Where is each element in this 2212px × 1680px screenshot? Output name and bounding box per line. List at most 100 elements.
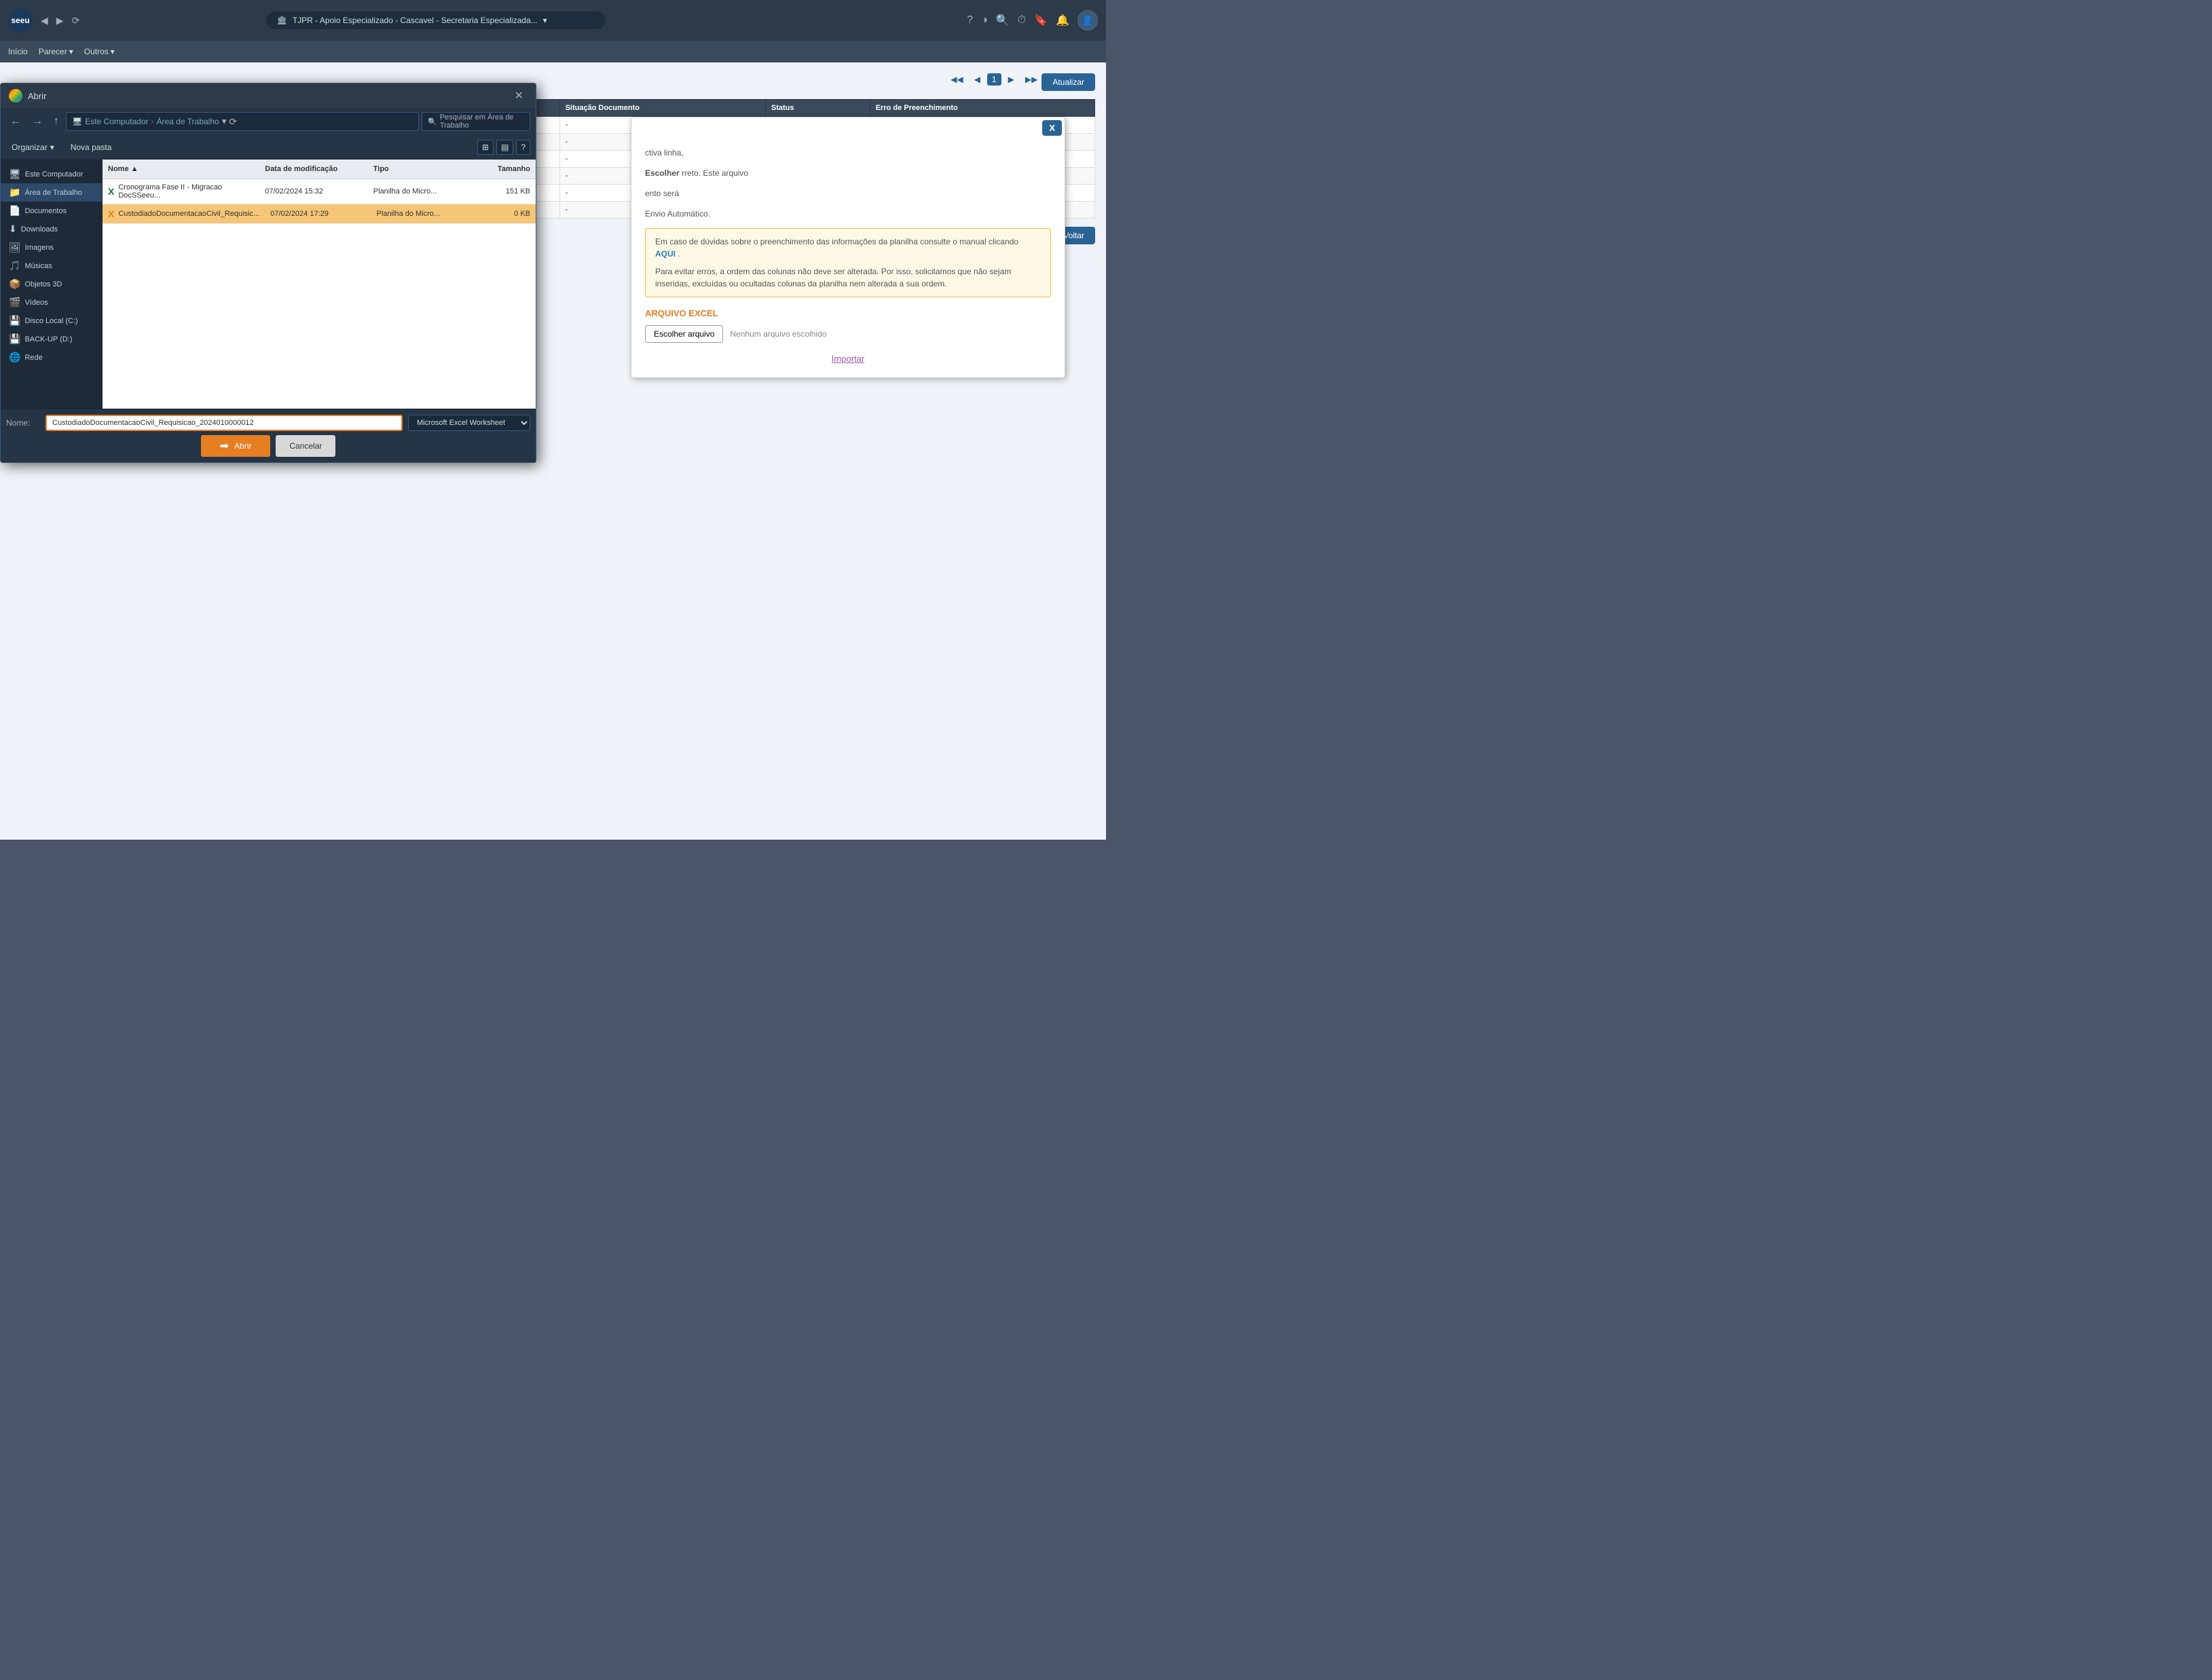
- cancel-file-button[interactable]: Cancelar: [276, 435, 335, 457]
- history-icon[interactable]: ⏱: [1018, 14, 1026, 26]
- nav-back-btn[interactable]: ←: [6, 113, 25, 130]
- file-date-2: 07/02/2024 17:29: [265, 206, 371, 222]
- nav-up-btn[interactable]: ↑: [50, 113, 63, 130]
- excel-icon-1: X: [108, 186, 114, 197]
- choose-file-button[interactable]: Escolher arquivo: [645, 325, 723, 343]
- view-list-btn[interactable]: ▤: [496, 140, 513, 155]
- view-help-btn[interactable]: ?: [516, 140, 530, 155]
- footer-name-row: Nome: Microsoft Excel Worksheet: [6, 415, 530, 431]
- file-type-select[interactable]: Microsoft Excel Worksheet: [408, 415, 530, 431]
- search-bar[interactable]: 🔍 Pesquisar em Área de Trabalho: [422, 112, 530, 131]
- help-icon[interactable]: ?: [967, 14, 973, 26]
- col-size-header[interactable]: Tamanho: [476, 162, 536, 176]
- address-dropdown-icon[interactable]: ▾: [543, 16, 547, 25]
- file-row-cronograma[interactable]: X Cronograma Fase II - Migracao DocSSeeu…: [103, 179, 536, 204]
- browser-nav-icons: ◀ ▶ ⟳: [38, 12, 82, 29]
- sidebar-item-videos[interactable]: 🎬 Vídeos: [1, 293, 102, 312]
- sidebar-item-downloads[interactable]: ⬇ Downloads: [1, 220, 102, 238]
- file-list-area: Nome ▲ Data de modificação Tipo Tamanho …: [103, 160, 536, 409]
- nav-inicio[interactable]: Início: [8, 47, 28, 56]
- sidebar-item-3d[interactable]: 📦 Objetos 3D: [1, 275, 102, 293]
- import-description-active: ctiva linha,: [645, 147, 1051, 159]
- dialog-footer: Nome: Microsoft Excel Worksheet ➡ Abrir …: [1, 409, 536, 462]
- browser-actions: ? ◑ 🔍 ⏱ 🔖 🔔 👤: [967, 10, 1098, 31]
- nav-forward-btn[interactable]: →: [28, 113, 47, 130]
- avatar[interactable]: 👤: [1077, 10, 1098, 31]
- file-name-custodiado: CustodiadoDocumentacaoCivil_Requisic...: [118, 210, 259, 218]
- sidebar-item-network[interactable]: 🌐 Rede: [1, 348, 102, 367]
- nav-outros-arrow: ▾: [111, 47, 115, 56]
- file-row-custodiado[interactable]: X CustodiadoDocumentacaoCivil_Requisic..…: [103, 204, 536, 224]
- page-last-btn[interactable]: ▶▶: [1021, 73, 1042, 86]
- path-dropdown-btn[interactable]: ▾: [222, 116, 227, 127]
- file-chooser-row: Escolher arquivo Nenhum arquivo escolhid…: [645, 325, 1051, 343]
- search-placeholder: Pesquisar em Área de Trabalho: [440, 113, 524, 130]
- aqui-link[interactable]: AQUI: [655, 249, 676, 259]
- import-description-escolher: Escolher rreto. Este arquivo: [645, 167, 1051, 179]
- back-icon[interactable]: ◀: [38, 12, 51, 29]
- file-date-1: 07/02/2024 15:32: [259, 183, 368, 200]
- forward-icon[interactable]: ▶: [54, 12, 67, 29]
- dialog-toolbar: Organizar ▾ Nova pasta ⊞ ▤ ?: [1, 135, 536, 160]
- app-nav: Início Parecer ▾ Outros ▾: [0, 41, 1106, 62]
- theme-icon[interactable]: ◑: [981, 14, 988, 26]
- view-grid-btn[interactable]: ⊞: [477, 140, 494, 155]
- file-size-1: 151 KB: [476, 183, 536, 200]
- sidebar-item-music[interactable]: 🎵 Músicas: [1, 257, 102, 275]
- page-first-btn[interactable]: ◀◀: [946, 73, 967, 86]
- documents-sidebar-icon: 📄: [9, 205, 20, 217]
- col-type-header[interactable]: Tipo: [368, 162, 477, 176]
- downloads-sidebar-icon: ⬇: [9, 223, 17, 235]
- open-file-button[interactable]: ➡ Abrir: [201, 435, 271, 457]
- file-list-header: Nome ▲ Data de modificação Tipo Tamanho: [103, 160, 536, 179]
- open-arrow-icon: ➡: [220, 439, 229, 453]
- dialog-close-button[interactable]: ✕: [511, 88, 528, 104]
- filename-input[interactable]: [45, 415, 403, 431]
- sidebar-downloads-label: Downloads: [21, 225, 58, 234]
- page-prev-btn[interactable]: ◀: [970, 73, 984, 86]
- sidebar-backup-d-label: BACK-UP (D:): [24, 335, 72, 343]
- import-description-automatico: Envio Automático.: [645, 208, 1051, 220]
- import-close-button[interactable]: X: [1042, 120, 1062, 136]
- new-folder-btn[interactable]: Nova pasta: [65, 140, 117, 155]
- sidebar-disk-c-label: Disco Local (C:): [24, 317, 77, 325]
- import-description-envio: ento será: [645, 187, 1051, 200]
- import-button[interactable]: Importar: [832, 354, 864, 364]
- file-size-2: 0 KB: [477, 206, 536, 222]
- sidebar-item-documents[interactable]: 📄 Documentos: [1, 202, 102, 220]
- file-name-cronograma: Cronograma Fase II - Migracao DocSSeeu..…: [118, 183, 254, 200]
- import-modal-body: ctiva linha, Escolher rreto. Este arquiv…: [631, 138, 1065, 377]
- path-refresh-btn[interactable]: ⟳: [229, 116, 237, 128]
- update-button[interactable]: Atualizar: [1042, 73, 1095, 91]
- import-warning-box: Em caso de dúvidas sobre o preenchimento…: [645, 228, 1051, 297]
- nav-outros[interactable]: Outros ▾: [84, 47, 115, 56]
- nav-parecer-label: Parecer: [39, 47, 67, 56]
- reload-icon[interactable]: ⟳: [69, 12, 83, 29]
- sidebar-item-computer[interactable]: 🖥 Este Computador: [1, 165, 102, 183]
- dialog-body: 🖥 Este Computador 📁 Área de Trabalho 📄 D…: [1, 160, 536, 409]
- sidebar-item-disk-c[interactable]: 💾 Disco Local (C:): [1, 312, 102, 330]
- dialog-nav-bar: ← → ↑ 🖥 Este Computador › Área de Trabal…: [1, 108, 536, 135]
- col-name-header[interactable]: Nome ▲: [103, 162, 259, 176]
- notification-icon[interactable]: 🔔: [1056, 14, 1069, 27]
- import-modal-header: X: [631, 117, 1065, 138]
- import-modal: X ctiva linha, Escolher rreto. Este arqu…: [631, 117, 1065, 378]
- page-next-btn[interactable]: ▶: [1004, 73, 1018, 86]
- main-area: ◀◀ ◀ 1 ▶ ▶▶ Atualizar Número Data Nome S…: [0, 62, 1106, 840]
- backup-d-sidebar-icon: 💾: [9, 333, 20, 345]
- images-sidebar-icon: 🖼: [9, 242, 21, 253]
- sidebar-videos-label: Vídeos: [24, 299, 48, 307]
- sidebar-item-desktop[interactable]: 📁 Área de Trabalho: [1, 183, 102, 202]
- browser-chrome: seeu ◀ ▶ ⟳ 🏛 TJPR - Apoio Especializado …: [0, 0, 1106, 41]
- search-icon: 🔍: [428, 117, 437, 126]
- organize-btn[interactable]: Organizar ▾: [6, 140, 60, 155]
- col-status: Status: [765, 100, 870, 117]
- sidebar-item-images[interactable]: 🖼 Imagens: [1, 238, 102, 257]
- sidebar-item-backup-d[interactable]: 💾 BACK-UP (D:): [1, 330, 102, 348]
- 3d-sidebar-icon: 📦: [9, 278, 20, 290]
- address-bar[interactable]: 🏛 TJPR - Apoio Especializado - Cascavel …: [266, 12, 606, 29]
- col-date-header[interactable]: Data de modificação: [259, 162, 368, 176]
- nav-parecer[interactable]: Parecer ▾: [39, 47, 73, 56]
- bookmark-icon[interactable]: 🔖: [1034, 14, 1048, 27]
- search-icon[interactable]: 🔍: [996, 14, 1010, 27]
